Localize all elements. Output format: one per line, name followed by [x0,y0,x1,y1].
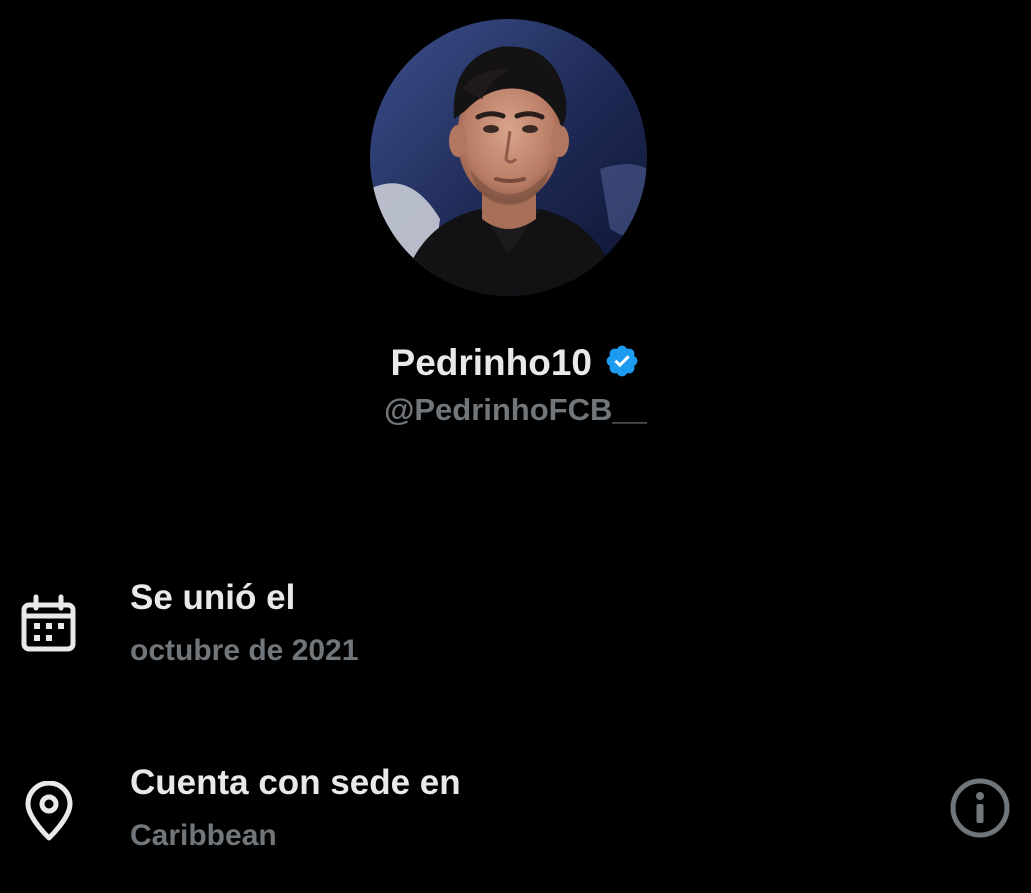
joined-date: octubre de 2021 [130,634,359,667]
verified-badge-icon[interactable] [604,343,640,379]
based-in-title: Cuenta con sede en [130,763,461,802]
profile-name-row: Pedrinho10 [0,342,1031,384]
based-in-location: Caribbean [130,819,277,852]
joined-row: Se unió el octubre de 2021 [0,570,1031,680]
calendar-icon [21,594,76,652]
profile-avatar[interactable] [370,19,647,296]
based-in-row: Cuenta con sede en Caribbean [0,755,1031,865]
location-pin-icon [25,781,73,841]
joined-title: Se unió el [130,578,296,617]
display-name: Pedrinho10 [390,342,593,383]
avatar-image [370,19,647,296]
profile-handle-row: @PedrinhoFCB__ [0,392,1031,428]
info-icon[interactable] [949,777,1011,839]
profile-handle: @PedrinhoFCB__ [384,392,647,427]
